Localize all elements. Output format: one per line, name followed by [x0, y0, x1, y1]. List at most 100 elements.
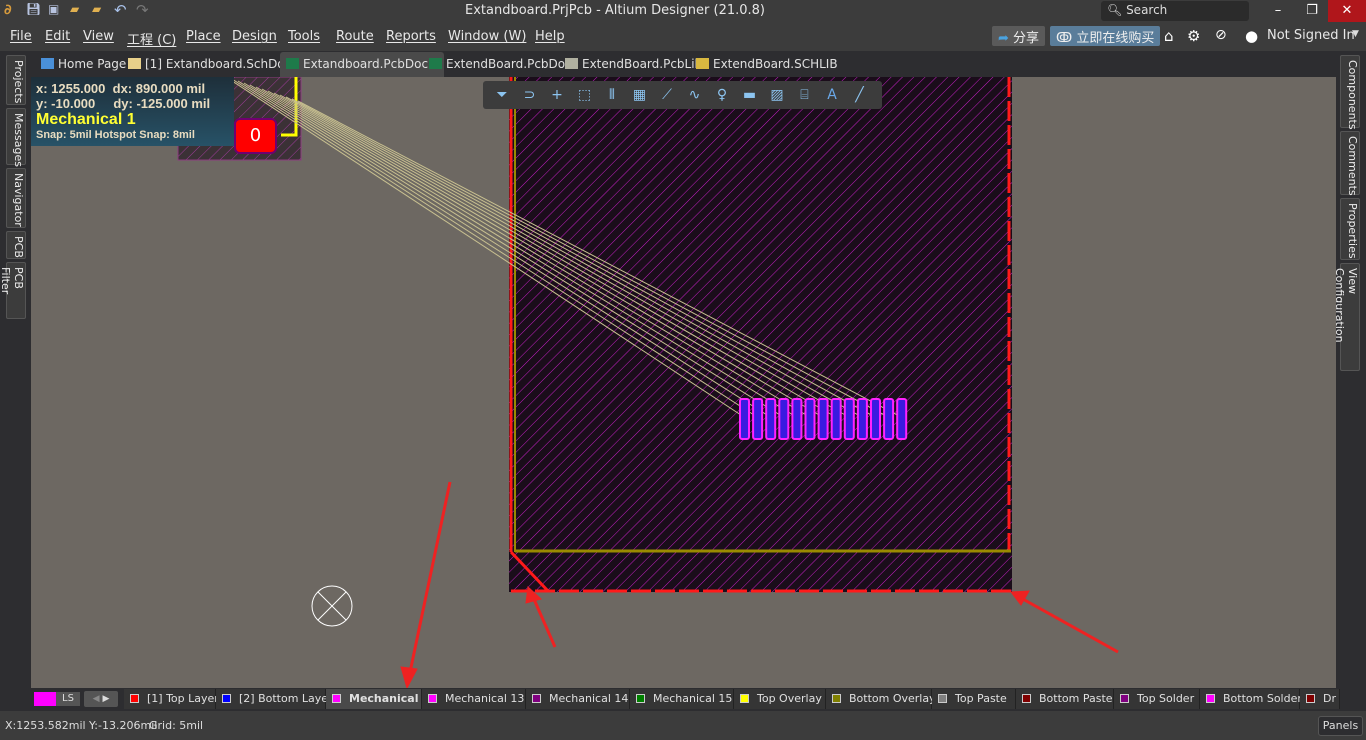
chevron-right-icon[interactable]: ▶: [102, 694, 109, 704]
tab-schlib[interactable]: ExtendBoard.SCHLIB: [690, 52, 844, 77]
close-button[interactable]: ✕: [1328, 0, 1366, 22]
active-bar-toolbar: ⏷ ⊃ + ⬚ ⫴ ▦ ⟋ ∿ ♀ ▬ ▨ ⌸ A ╱: [483, 81, 882, 109]
tab-extendboard-pcbdoc[interactable]: ExtendBoard.PcbDoc: [423, 52, 578, 77]
pcbdoc-icon: [429, 58, 442, 69]
layer-tab-dr[interactable]: Dr: [1300, 689, 1340, 709]
menu-window[interactable]: Window (W): [448, 29, 526, 44]
menu-help[interactable]: Help: [535, 29, 565, 44]
smd-pad[interactable]: [896, 398, 908, 440]
smd-pad[interactable]: [791, 398, 803, 440]
layer-tab-bottom-overlay[interactable]: Bottom Overlay: [826, 689, 936, 709]
layer-tab-top-paste[interactable]: Top Paste: [932, 689, 1016, 709]
layer-tab-top-solder[interactable]: Top Solder: [1114, 689, 1200, 709]
smd-pad[interactable]: [830, 398, 842, 440]
menu-reports[interactable]: Reports: [386, 29, 436, 44]
polygon-icon[interactable]: ▨: [768, 86, 786, 104]
hud-y: y: -10.000: [36, 96, 96, 111]
layer-tab-2-bottom-layer[interactable]: [2] Bottom Layer: [216, 689, 333, 709]
layer-color-swatch: [938, 694, 947, 703]
title-bar: ∂ 💾︎ ▣ ▰ ▰ ↶ ↷ Extandboard.PrjPcb - Alti…: [0, 0, 1366, 22]
smd-pad[interactable]: [870, 398, 881, 440]
smd-pad[interactable]: [739, 398, 750, 440]
user-account-menu[interactable]: Not Signed In: [1267, 28, 1355, 43]
panel-tab-view-configuration[interactable]: View Configuration: [1333, 263, 1360, 371]
chevron-left-icon[interactable]: ◀: [93, 694, 100, 704]
layer-color-swatch: [740, 694, 749, 703]
menu-file[interactable]: File: [10, 29, 32, 44]
panel-tab-comments[interactable]: Comments: [1340, 131, 1360, 196]
menu-project[interactable]: 工程 (C): [127, 29, 176, 48]
layer-tab-mechanical-15[interactable]: Mechanical 15: [630, 689, 734, 709]
layer-scroll-buttons[interactable]: ◀ ▶: [84, 691, 118, 707]
component-icon[interactable]: ▦: [631, 86, 649, 104]
hud-dx: dx: 890.000 mil: [112, 81, 206, 96]
smd-pad[interactable]: [804, 398, 816, 440]
layer-tab-mechanical-1[interactable]: Mechanical 1: [326, 689, 430, 709]
panel-tab-components[interactable]: Components: [1340, 55, 1360, 130]
panel-tab-properties[interactable]: Properties: [1340, 198, 1360, 260]
align-icon[interactable]: ⫴: [603, 86, 621, 104]
route-icon[interactable]: ⟋: [658, 86, 676, 104]
smd-pad[interactable]: [883, 398, 895, 440]
diff-pair-icon[interactable]: ∿: [686, 86, 704, 104]
share-button[interactable]: ➦ 分享: [992, 26, 1046, 46]
layer-color-swatch: [832, 694, 841, 703]
crosshair-icon[interactable]: +: [548, 86, 566, 104]
minimize-button[interactable]: –: [1259, 0, 1297, 22]
restore-button[interactable]: ❐: [1293, 0, 1331, 22]
layer-tabs: LS ◀ ▶ [1] Top Layer [2] Bottom Layer Mech…: [31, 689, 1340, 710]
layer-tab-bottom-paste[interactable]: Bottom Paste: [1016, 689, 1114, 709]
layer-tab-mechanical-14[interactable]: Mechanical 14: [526, 689, 630, 709]
menu-design[interactable]: Design: [232, 29, 277, 44]
tab-label: ExtendBoard.PcbLib: [582, 57, 703, 71]
interactive-route-icon[interactable]: ⊃: [521, 86, 539, 104]
menu-place[interactable]: Place: [186, 29, 221, 44]
smd-pad[interactable]: [843, 398, 855, 440]
smd-pad[interactable]: [752, 398, 764, 440]
menu-tools[interactable]: Tools: [288, 29, 320, 44]
menu-edit[interactable]: Edit: [45, 29, 70, 44]
filter-icon[interactable]: ⏷: [493, 86, 511, 104]
user-icon[interactable]: ●: [1245, 27, 1258, 45]
pad-icon[interactable]: ♀: [713, 86, 731, 104]
heads-up-display: x: 1255.000 dx: 890.000 mil y: -10.000 d…: [31, 77, 234, 146]
dimension-icon[interactable]: ⌸: [796, 86, 814, 104]
tab-home-page[interactable]: Home Page: [35, 52, 132, 77]
smd-pad[interactable]: [856, 398, 868, 440]
panel-tab-projects[interactable]: Projects: [6, 55, 26, 105]
select-rect-icon[interactable]: ⬚: [576, 86, 594, 104]
search-input[interactable]: 🔍︎ Search: [1101, 1, 1249, 21]
smd-pad[interactable]: [778, 398, 790, 440]
layer-tab-label: Mechanical 13: [445, 692, 525, 705]
chevron-down-icon[interactable]: ▼: [1352, 29, 1359, 39]
pcb-drawing: [177, 77, 1119, 688]
fill-icon[interactable]: ▬: [741, 86, 759, 104]
layer-tab-label: Bottom Paste: [1039, 692, 1113, 705]
notifications-off-icon[interactable]: ⊘: [1215, 27, 1227, 43]
pcb-canvas[interactable]: [31, 77, 1336, 688]
panel-tab-pcb[interactable]: PCB: [6, 231, 26, 259]
layer-set-button[interactable]: LS: [56, 692, 80, 706]
layer-tab-1-top-layer[interactable]: [1] Top Layer: [124, 689, 219, 709]
layer-tab-top-overlay[interactable]: Top Overlay: [734, 689, 826, 709]
panels-button[interactable]: Panels: [1318, 716, 1363, 736]
hud-snap: Snap: 5mil Hotspot Snap: 8mil: [36, 129, 195, 141]
panel-tab-navigator[interactable]: Navigator: [6, 168, 26, 228]
text-icon[interactable]: A: [823, 86, 841, 104]
line-icon[interactable]: ╱: [851, 86, 869, 104]
menu-route[interactable]: Route: [336, 29, 374, 44]
layer-tab-bottom-solder[interactable]: Bottom Solder: [1200, 689, 1302, 709]
gear-icon[interactable]: ⚙: [1187, 27, 1200, 45]
tab-pcblib[interactable]: ExtendBoard.PcbLib: [559, 52, 708, 77]
tab-extandboard-pcbdoc[interactable]: Extandboard.PcbDoc *: [280, 52, 444, 77]
home-icon[interactable]: ⌂: [1164, 27, 1174, 45]
layer-tab-mechanical-13[interactable]: Mechanical 13: [422, 689, 526, 709]
menu-view[interactable]: View: [83, 29, 114, 44]
buy-online-button[interactable]: ↂ 立即在线购买: [1050, 26, 1161, 46]
panel-tab-pcb-filter[interactable]: PCB Filter: [0, 262, 26, 319]
smd-pad[interactable]: [765, 398, 777, 440]
smd-pad[interactable]: [817, 398, 829, 440]
error-count-badge[interactable]: 0: [234, 118, 277, 154]
pcblib-icon: [565, 58, 578, 69]
panel-tab-messages[interactable]: Messages: [6, 108, 26, 167]
